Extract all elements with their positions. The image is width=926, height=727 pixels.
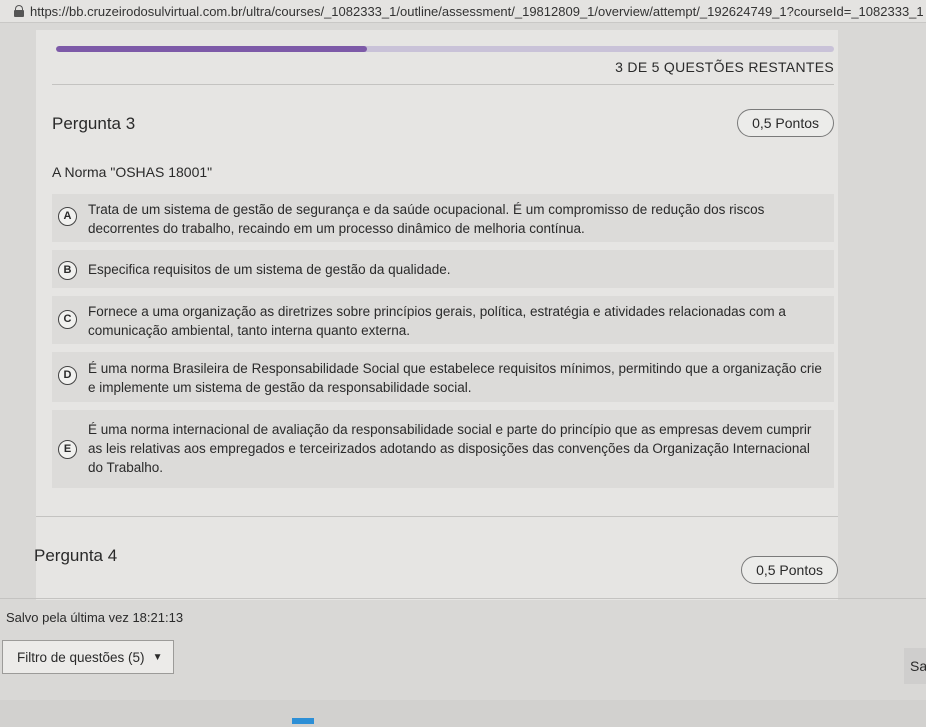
option-letter-badge: A bbox=[58, 207, 77, 226]
lock-icon bbox=[14, 5, 24, 17]
option-text: Fornece a uma organização as diretrizes … bbox=[88, 304, 786, 338]
question-3-title: Pergunta 3 bbox=[52, 114, 136, 133]
address-bar[interactable]: https://bb.cruzeirodosulvirtual.com.br/u… bbox=[0, 0, 926, 23]
option-text: Especifica requisitos de um sistema de g… bbox=[88, 262, 451, 277]
option-text: Trata de um sistema de gestão de seguran… bbox=[88, 202, 765, 236]
option-letter-badge: E bbox=[58, 440, 77, 459]
taskbar-indicator bbox=[292, 718, 314, 724]
option-text: É uma norma Brasileira de Responsabilida… bbox=[88, 361, 822, 395]
option-c[interactable]: C Fornece a uma organização as diretrize… bbox=[52, 296, 834, 344]
question-3-prompt: A Norma "OSHAS 18001" bbox=[52, 164, 213, 180]
url-text: https://bb.cruzeirodosulvirtual.com.br/u… bbox=[30, 3, 924, 19]
question-filter-dropdown[interactable]: Filtro de questões (5) ▼ bbox=[2, 640, 174, 674]
progress-fill bbox=[56, 46, 368, 52]
divider bbox=[52, 84, 834, 85]
last-saved-label: Salvo pela última vez 18:21:13 bbox=[6, 610, 184, 625]
option-e[interactable]: E É uma norma internacional de avaliação… bbox=[52, 410, 834, 488]
filter-label: Filtro de questões (5) bbox=[17, 649, 145, 665]
option-letter-badge: B bbox=[58, 261, 77, 280]
divider bbox=[36, 516, 838, 517]
option-d[interactable]: D É uma norma Brasileira de Responsabili… bbox=[52, 352, 834, 402]
option-text: É uma norma internacional de avaliação d… bbox=[88, 422, 812, 475]
taskbar bbox=[0, 700, 926, 727]
option-a[interactable]: A Trata de um sistema de gestão de segur… bbox=[52, 194, 834, 242]
option-b[interactable]: B Especifica requisitos de um sistema de… bbox=[52, 250, 834, 288]
questions-remaining: 3 DE 5 QUESTÕES RESTANTES bbox=[615, 59, 834, 75]
question-3-points: 0,5 Pontos bbox=[737, 109, 834, 137]
save-button[interactable]: Sa bbox=[904, 648, 926, 684]
divider bbox=[0, 598, 926, 599]
question-4-title: Pergunta 4 bbox=[34, 546, 118, 565]
progress-bar bbox=[56, 46, 834, 52]
question-4-points: 0,5 Pontos bbox=[741, 556, 838, 584]
option-letter-badge: C bbox=[58, 310, 77, 329]
option-letter-badge: D bbox=[58, 366, 77, 385]
chevron-down-icon: ▼ bbox=[152, 651, 163, 663]
